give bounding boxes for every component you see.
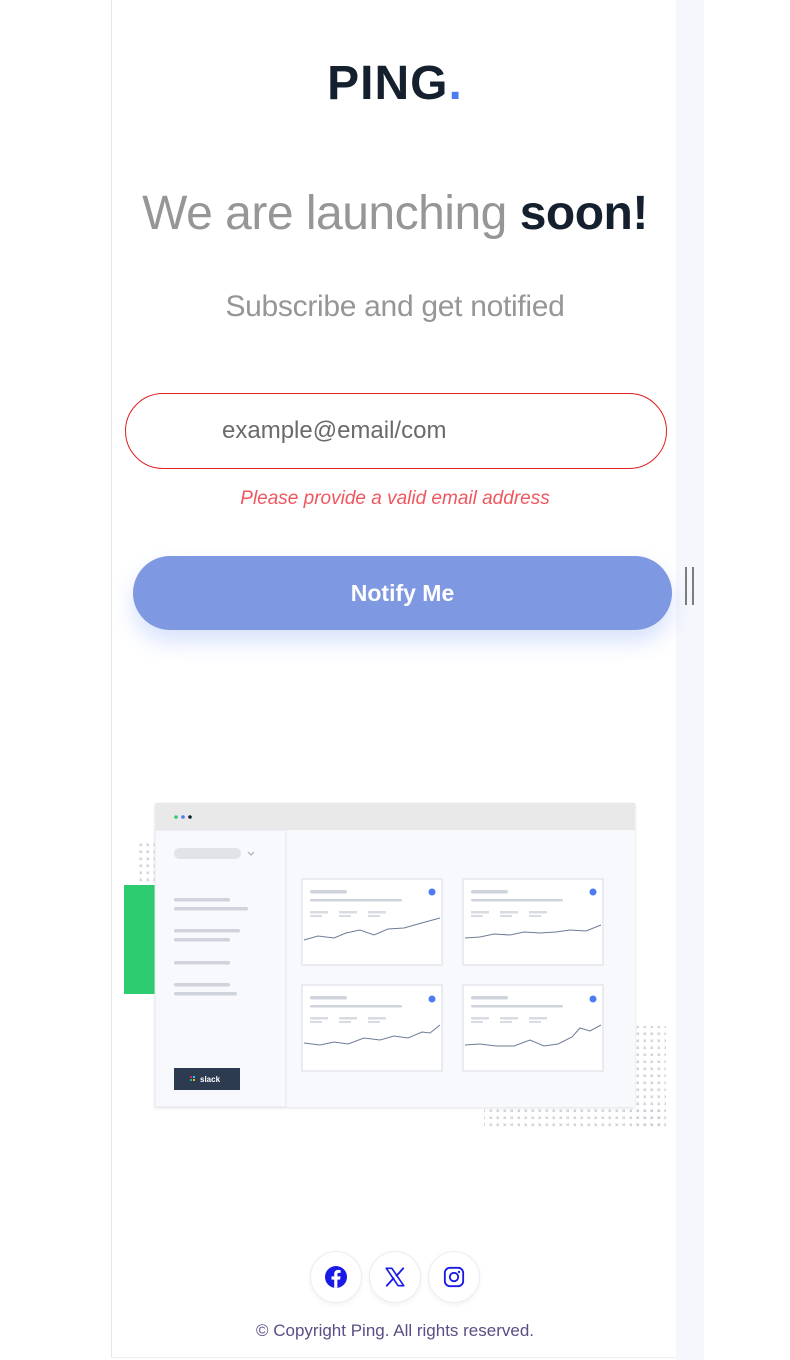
- mini-chart-card-1: [301, 878, 443, 966]
- headline-bold: soon!: [519, 187, 649, 240]
- mini-chart-card-2: [462, 878, 604, 966]
- x-link[interactable]: [369, 1251, 421, 1303]
- facebook-icon: [325, 1266, 347, 1288]
- social-links: [310, 1251, 480, 1303]
- check-icon: [428, 888, 436, 896]
- notify-me-button[interactable]: Notify Me: [133, 556, 672, 630]
- mini-chart-card-3: [301, 984, 443, 1072]
- workspace-selector: [174, 848, 241, 859]
- window-dot-green: [174, 815, 178, 819]
- copyright-text: © Copyright Ping. All rights reserved.: [255, 1321, 535, 1340]
- logo-text: PING: [327, 57, 449, 110]
- headline-light: We are launching: [142, 187, 520, 240]
- resize-handle[interactable]: [685, 567, 694, 605]
- dashboard-illustration: slack: [124, 803, 666, 1129]
- check-icon: [428, 995, 436, 1003]
- page-headline: We are launching soon!: [0, 186, 790, 241]
- page-subtitle: Subscribe and get notified: [225, 290, 565, 323]
- ping-logo: PING.: [0, 56, 790, 111]
- window-titlebar: [155, 803, 635, 830]
- green-accent: [124, 885, 156, 994]
- check-icon: [589, 995, 597, 1003]
- instagram-link[interactable]: [428, 1251, 480, 1303]
- window-dot-dark: [188, 815, 192, 819]
- mini-chart-card-4: [462, 984, 604, 1072]
- instagram-icon: [443, 1266, 465, 1288]
- logo-dot: .: [448, 57, 463, 110]
- email-field[interactable]: [125, 393, 667, 469]
- dot-pattern-bottom: [484, 1107, 666, 1129]
- slack-label: slack: [200, 1075, 221, 1084]
- window-dot-blue: [181, 815, 185, 819]
- app-sidebar: [154, 829, 287, 1108]
- facebook-link[interactable]: [310, 1251, 362, 1303]
- email-error-message: Please provide a valid email address: [240, 488, 550, 509]
- x-icon: [385, 1267, 405, 1287]
- check-icon: [589, 888, 597, 896]
